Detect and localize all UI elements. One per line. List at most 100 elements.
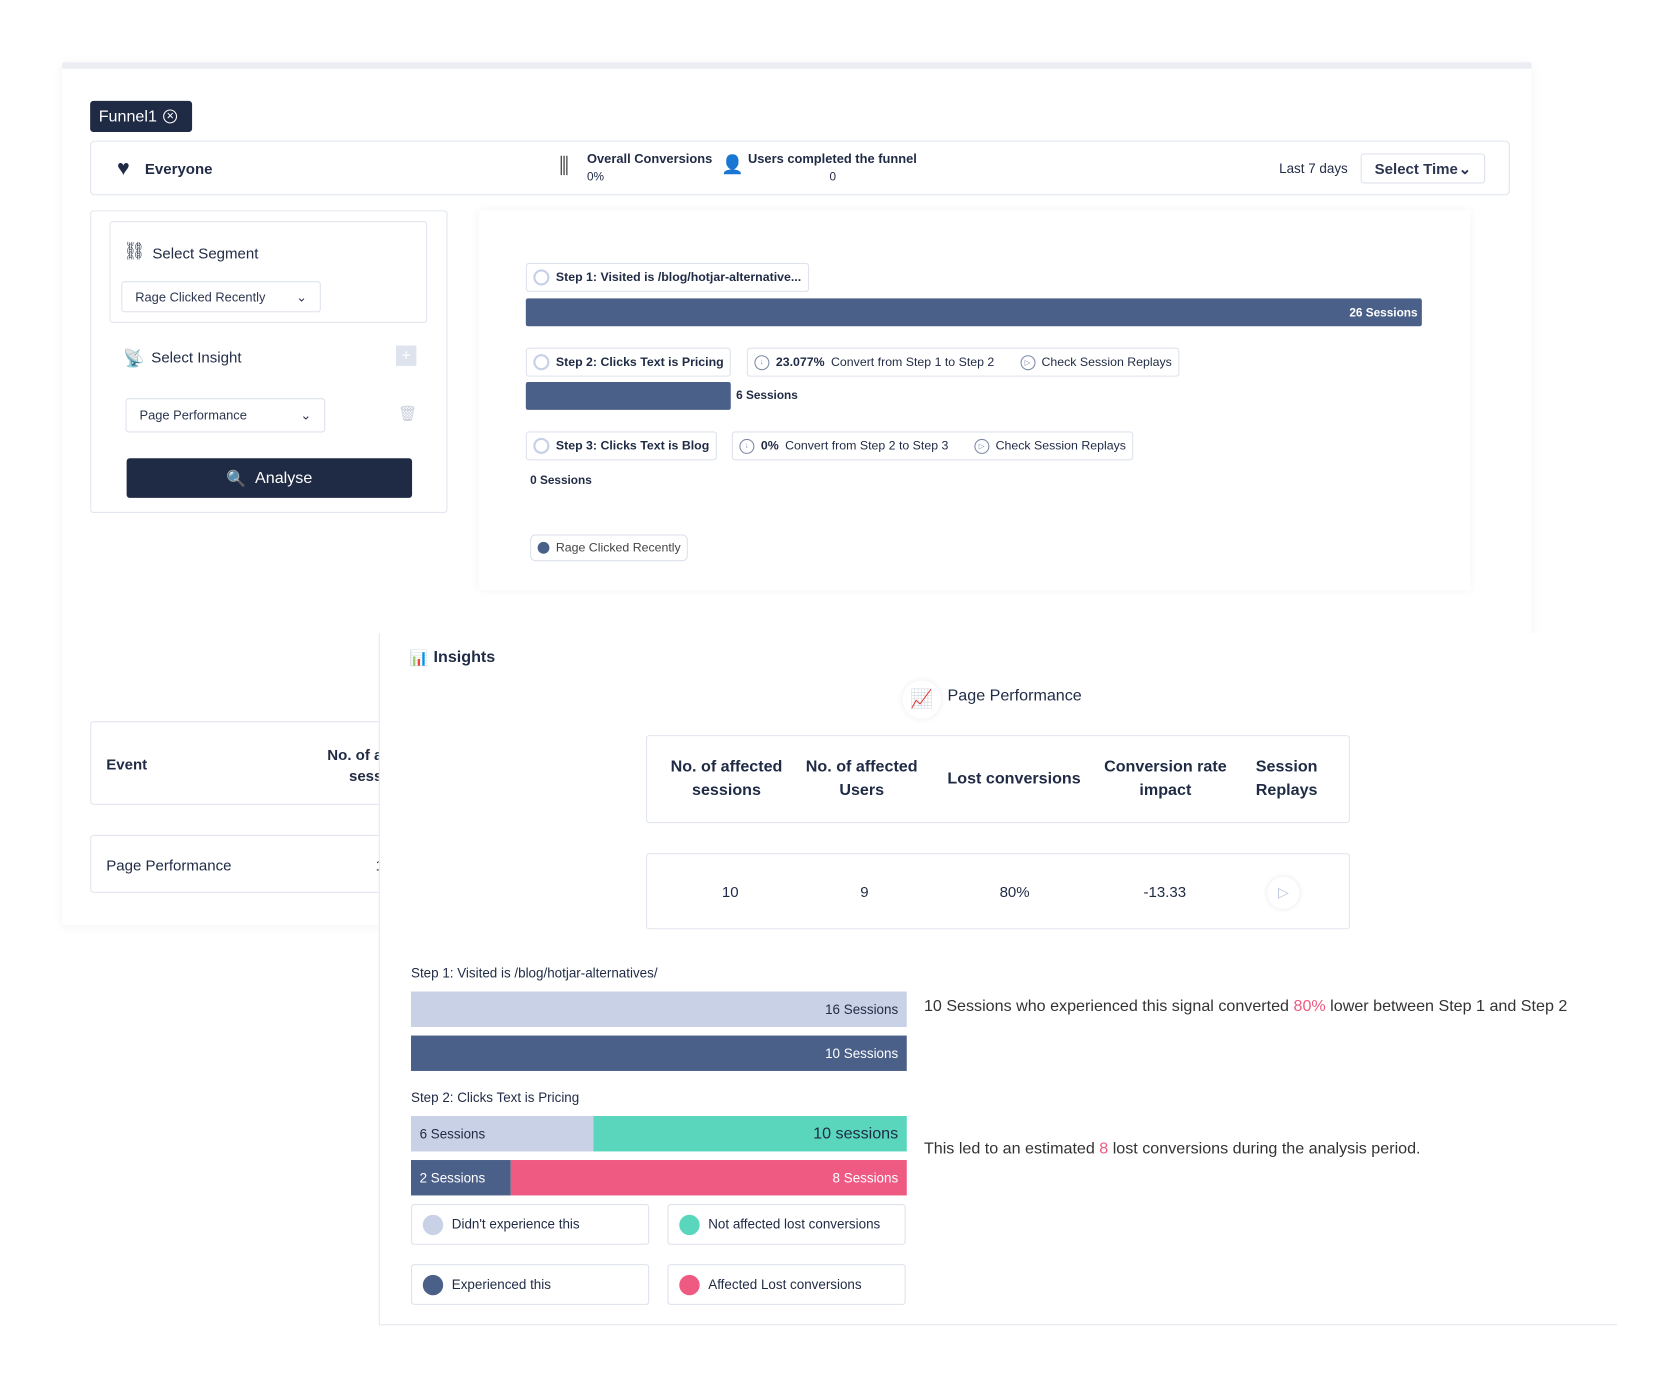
tab-funnel1[interactable]: Funnel1 ✕ — [90, 100, 193, 132]
step-3-chip: Step 3: Clicks Text is Blog — [525, 431, 717, 461]
select-segment-label: Select Segment — [152, 244, 259, 262]
col-affected-sessions: No. of affected sessions — [670, 757, 783, 800]
insights-panel: 📊 Insights 📈 Page Performance No. of aff… — [378, 633, 1618, 1326]
analyse-label: Analyse — [255, 468, 313, 488]
legend-label: Affected Lost conversions — [708, 1276, 862, 1293]
step-icon — [533, 437, 550, 454]
insight-message-1: 10 Sessions who experienced this signal … — [924, 994, 1589, 1019]
cell-conversion-impact: -13.33 — [1143, 883, 1187, 901]
left-config-card: ⛓ Select Segment Rage Clicked Recently ⌄ … — [90, 210, 448, 513]
legend-dot — [679, 1214, 700, 1235]
step-icon — [533, 354, 550, 371]
segment-name: Everyone — [144, 159, 213, 178]
segment-dropdown[interactable]: Rage Clicked Recently ⌄ — [121, 281, 321, 313]
insight-value: Page Performance — [139, 407, 247, 423]
step-2-sessions: 6 Sessions — [736, 389, 798, 403]
step-3-conversion-chip: ↓ 0% Convert from Step 2 to Step 3 ▷ Check S… — [731, 431, 1134, 461]
select-time-label: Select Time — [1374, 159, 1458, 178]
step-1-chip: Step 1: Visited is /blog/hotjar-alternat… — [525, 262, 809, 292]
play-icon: ▷ — [974, 438, 990, 454]
select-insight-label: Select Insight — [151, 348, 242, 366]
bar-chart-icon: 📊 — [409, 649, 429, 667]
select-time-dropdown[interactable]: Select Time ⌄ — [1360, 153, 1486, 184]
date-range-label: Last 7 days — [1279, 160, 1348, 176]
chevron-down-icon: ⌄ — [296, 289, 307, 305]
step-2-conversion-chip: ↓ 23.077% Convert from Step 1 to Step 2 ▷ Ch… — [746, 347, 1180, 377]
legend-not-affected: Not affected lost conversions — [667, 1204, 906, 1245]
trend-icon: 📈 — [902, 680, 941, 719]
event-table-row[interactable]: Page Performance 1 — [90, 834, 402, 893]
msg-text: lost conversions during the analysis per… — [1108, 1139, 1421, 1158]
insights-table-row: 10 9 80% -13.33 ▷ — [646, 853, 1350, 930]
chevron-down-icon: ⌄ — [1458, 159, 1472, 177]
msg-highlight: 80% — [1293, 996, 1326, 1016]
trash-icon[interactable]: 🗑 — [398, 405, 417, 423]
step-label: Step 2: Clicks Text is Pricing — [555, 355, 724, 369]
bar-label: 10 sessions — [813, 1124, 899, 1143]
step-2-affected-bar: 8 Sessions — [510, 1160, 907, 1196]
convert-pct: 0% — [760, 439, 779, 453]
check-session-replays-link[interactable]: Check Session Replays — [996, 439, 1126, 452]
overall-conversions-value: 0% — [586, 170, 605, 184]
insights-table-header: No. of affected sessions No. of affected… — [646, 735, 1350, 824]
step-1-label: Step 1: Visited is /blog/hotjar-alternat… — [410, 965, 658, 981]
convert-text: Convert from Step 2 to Step 3 — [785, 439, 949, 453]
bar-label: 6 Sessions — [419, 1126, 486, 1142]
legend-chip: Rage Clicked Recently — [530, 534, 689, 562]
step-label: Step 3: Clicks Text is Blog — [555, 439, 710, 453]
play-icon: ▷ — [1020, 354, 1036, 370]
step-icon — [533, 269, 550, 286]
msg-text: This led to an estimated — [923, 1139, 1100, 1158]
msg-text: lower between Step 1 and Step 2 — [1325, 996, 1568, 1016]
arrow-down-icon: ↓ — [754, 354, 770, 370]
step-3-sessions: 0 Sessions — [530, 474, 592, 488]
cell-lost-conversions: 80% — [999, 883, 1030, 901]
insight-icon: 📡 — [123, 349, 145, 369]
step-2-didnt-bar: 6 Sessions — [410, 1116, 594, 1152]
analyse-button[interactable]: 🔍 Analyse — [126, 458, 413, 498]
insight-dropdown[interactable]: Page Performance ⌄ — [125, 398, 326, 433]
msg-text: 10 Sessions who experienced this signal … — [923, 996, 1294, 1016]
insight-message-2: This led to an estimated 8 lost conversi… — [924, 1140, 1589, 1158]
step-1-bar: 26 Sessions — [525, 298, 1422, 327]
col-session-replays: Session Replays — [1255, 757, 1318, 800]
col-conversion-impact: Conversion rate impact — [1104, 757, 1227, 800]
convert-pct: 23.077% — [775, 355, 825, 369]
bar-label: 16 Sessions — [825, 1001, 899, 1017]
users-icon: 👤 — [721, 154, 744, 175]
cell-affected-sessions: 10 — [721, 883, 739, 901]
legend-dot — [537, 541, 550, 554]
funnel-header: ♥ Everyone ⫼ Overall Conversions 0% 👤 Us… — [90, 140, 1510, 196]
legend-affected: Affected Lost conversions — [667, 1264, 906, 1305]
col-lost-conversions: Lost conversions — [947, 769, 1081, 788]
bar-label: 10 Sessions — [825, 1045, 899, 1061]
bar-label: 2 Sessions — [419, 1170, 486, 1186]
close-icon[interactable]: ✕ — [163, 109, 178, 124]
bar-label: 8 Sessions — [832, 1170, 899, 1186]
msg-highlight: 8 — [1099, 1139, 1109, 1158]
tab-label: Funnel1 — [98, 107, 157, 126]
convert-text: Convert from Step 1 to Step 2 — [831, 355, 995, 369]
segment-value: Rage Clicked Recently — [135, 289, 266, 305]
step-1-sessions: 26 Sessions — [1349, 306, 1418, 320]
arrow-down-icon: ↓ — [739, 438, 755, 454]
heart-icon: ♥ — [116, 156, 130, 181]
step-2-chip: Step 2: Clicks Text is Pricing — [525, 347, 732, 377]
play-replay-button[interactable]: ▷ — [1267, 877, 1299, 909]
segment-icon: ⛓ — [123, 242, 146, 261]
step-2-experienced-bar: 2 Sessions — [410, 1160, 511, 1196]
check-session-replays-link[interactable]: Check Session Replays — [1041, 356, 1171, 369]
insights-title: Insights — [433, 648, 496, 667]
legend-dot — [422, 1214, 444, 1235]
overall-conversions-label: Overall Conversions — [586, 151, 713, 167]
legend-experienced: Experienced this — [410, 1264, 650, 1305]
step-2-bar — [525, 382, 731, 410]
step-2-not-affected-bar: 10 sessions — [593, 1116, 907, 1152]
add-insight-button[interactable]: + — [395, 345, 417, 366]
legend-label: Didn't experience this — [451, 1216, 580, 1232]
step-1-didnt-bar: 16 Sessions — [410, 991, 907, 1027]
analyse-icon: 🔍 — [226, 469, 247, 488]
conversion-icon: ⫼ — [559, 154, 569, 179]
col-affected-users: No. of affected Users — [805, 757, 918, 800]
col-sessions: No. of a sess — [327, 745, 383, 785]
